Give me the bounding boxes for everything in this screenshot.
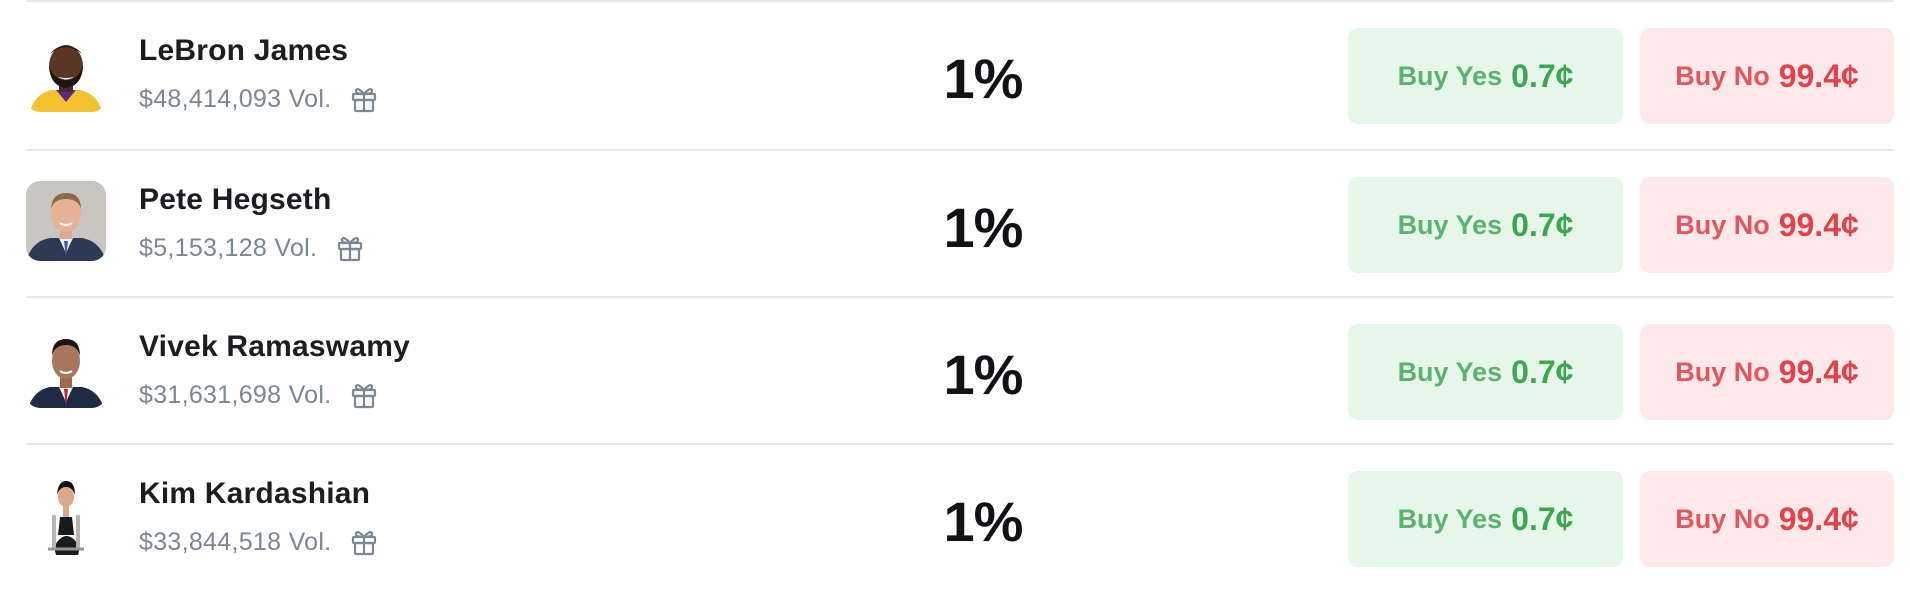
outcome-name: Vivek Ramaswamy bbox=[139, 330, 410, 363]
volume-text: $48,414,093 Vol. bbox=[139, 84, 332, 113]
volume-text: $5,153,128 Vol. bbox=[139, 233, 318, 262]
volume-line: $33,844,518 Vol. bbox=[139, 527, 379, 557]
buy-yes-label: Buy Yes bbox=[1397, 503, 1503, 534]
volume-text: $33,844,518 Vol. bbox=[139, 527, 332, 556]
volume-line: $31,631,698 Vol. bbox=[139, 380, 379, 410]
buy-no-button[interactable]: Buy No 99.4¢ bbox=[1640, 471, 1894, 567]
gift-icon[interactable] bbox=[349, 527, 379, 557]
buy-yes-label: Buy Yes bbox=[1397, 60, 1503, 91]
buy-no-price: 99.4¢ bbox=[1778, 500, 1859, 537]
buy-no-price: 99.4¢ bbox=[1778, 206, 1859, 243]
buy-yes-button[interactable]: Buy Yes 0.7¢ bbox=[1348, 324, 1623, 420]
buy-no-button[interactable]: Buy No 99.4¢ bbox=[1640, 28, 1894, 124]
buy-no-label: Buy No bbox=[1675, 356, 1770, 387]
buy-yes-price: 0.7¢ bbox=[1511, 206, 1574, 243]
buy-yes-price: 0.7¢ bbox=[1511, 353, 1574, 390]
avatar bbox=[26, 475, 106, 555]
outcome-percent: 1% bbox=[943, 196, 1024, 259]
outcome-name: LeBron James bbox=[139, 34, 349, 67]
buy-yes-price: 0.7¢ bbox=[1511, 57, 1574, 94]
buy-yes-label: Buy Yes bbox=[1397, 209, 1503, 240]
volume-line: $48,414,093 Vol. bbox=[139, 84, 379, 114]
gift-icon[interactable] bbox=[349, 380, 379, 410]
outcome-percent: 1% bbox=[943, 47, 1024, 110]
avatar bbox=[26, 181, 106, 261]
gift-icon[interactable] bbox=[349, 84, 379, 114]
outcome-row[interactable]: Vivek Ramaswamy $31,631,698 Vol. 1% Buy … bbox=[26, 296, 1894, 443]
outcome-list: LeBron James $48,414,093 Vol. 1% Buy Yes… bbox=[26, 0, 1894, 590]
avatar bbox=[26, 32, 106, 112]
outcome-name: Pete Hegseth bbox=[139, 183, 332, 216]
outcome-name: Kim Kardashian bbox=[139, 477, 371, 510]
buy-yes-button[interactable]: Buy Yes 0.7¢ bbox=[1348, 177, 1623, 273]
buy-no-label: Buy No bbox=[1675, 209, 1770, 240]
outcome-percent: 1% bbox=[943, 490, 1024, 553]
outcome-percent: 1% bbox=[943, 343, 1024, 406]
buy-no-price: 99.4¢ bbox=[1778, 353, 1859, 390]
buy-no-label: Buy No bbox=[1675, 60, 1770, 91]
buy-yes-button[interactable]: Buy Yes 0.7¢ bbox=[1348, 471, 1623, 567]
buy-yes-price: 0.7¢ bbox=[1511, 500, 1574, 537]
buy-no-button[interactable]: Buy No 99.4¢ bbox=[1640, 177, 1894, 273]
volume-line: $5,153,128 Vol. bbox=[139, 233, 365, 263]
outcome-row[interactable]: LeBron James $48,414,093 Vol. 1% Buy Yes… bbox=[26, 0, 1894, 149]
outcome-row[interactable]: Kim Kardashian $33,844,518 Vol. 1% Buy Y… bbox=[26, 443, 1894, 590]
outcome-row[interactable]: Pete Hegseth $5,153,128 Vol. 1% Buy Yes … bbox=[26, 149, 1894, 296]
buy-no-button[interactable]: Buy No 99.4¢ bbox=[1640, 324, 1894, 420]
buy-no-label: Buy No bbox=[1675, 503, 1770, 534]
gift-icon[interactable] bbox=[335, 233, 365, 263]
volume-text: $31,631,698 Vol. bbox=[139, 380, 332, 409]
buy-yes-label: Buy Yes bbox=[1397, 356, 1503, 387]
buy-yes-button[interactable]: Buy Yes 0.7¢ bbox=[1348, 28, 1623, 124]
buy-no-price: 99.4¢ bbox=[1778, 57, 1859, 94]
avatar bbox=[26, 328, 106, 408]
